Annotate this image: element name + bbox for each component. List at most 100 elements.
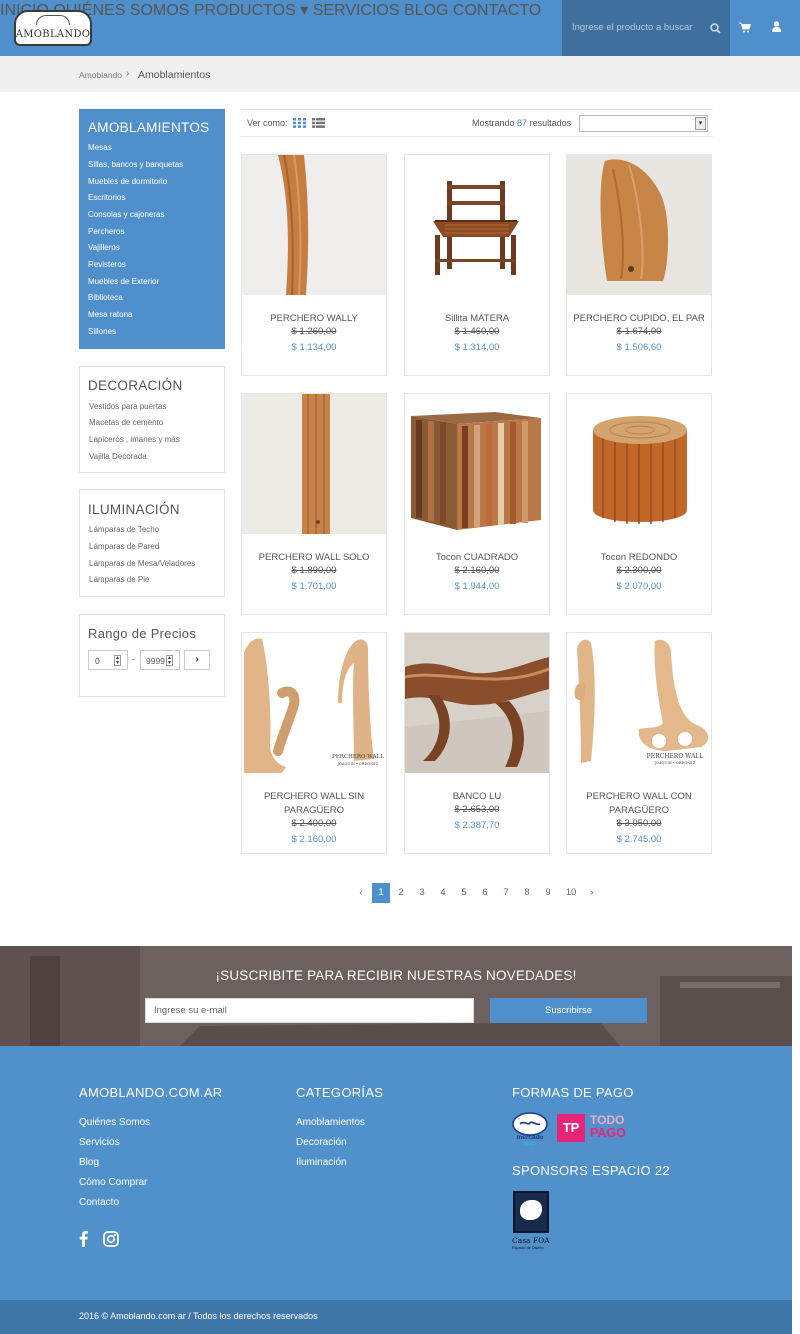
nav-contacto[interactable]: CONTACTO [453, 2, 541, 19]
sidebar-item-lapiceros[interactable]: Lapiceros , imanes y más [89, 435, 180, 444]
page-2[interactable]: 2 [392, 883, 410, 903]
instagram-icon[interactable] [103, 1231, 119, 1247]
product-price: $ 1.314,00 [454, 342, 500, 353]
product-name[interactable]: PERCHERO WALL CON PARAGÜERO [571, 790, 707, 818]
product-image[interactable] [405, 155, 549, 295]
pagination-prev[interactable]: ‹ [352, 883, 370, 903]
footer-link-contacto[interactable]: Contacto [79, 1197, 119, 1208]
price-max-input[interactable]: 9999 ▲ ▼ [140, 650, 180, 670]
sidebar-item-sillas[interactable]: Sillas, bancos y banquetas [88, 160, 183, 169]
product-image[interactable] [242, 155, 386, 295]
product-card[interactable]: PERCHERO WALL SOLO $ 1.890,00 $ 1.701,00 [241, 393, 387, 615]
sidebar-item-mesa-ratona[interactable]: Mesa ratona [88, 310, 132, 319]
list-view-icon[interactable] [312, 118, 325, 128]
product-image[interactable] [405, 633, 549, 773]
page-5[interactable]: 5 [455, 883, 473, 903]
footer-link-decoracion[interactable]: Decoración [296, 1137, 347, 1148]
sidebar-item-biblioteca[interactable]: Biblioteca [88, 293, 123, 302]
product-image[interactable] [242, 394, 386, 534]
breadcrumb-home[interactable]: Amoblando [79, 70, 122, 80]
product-name[interactable]: PERCHERO WALL SIN PARAGÜERO [246, 790, 382, 818]
sidebar-item-revisteros[interactable]: Revisteros [88, 260, 126, 269]
product-image[interactable] [242, 633, 386, 773]
product-price: $ 2.387,70 [454, 820, 500, 831]
sidebar-item-percheros[interactable]: Percheros [88, 227, 124, 236]
sidebar-item-sillones[interactable]: Sillones [88, 327, 116, 336]
page-10[interactable]: 10 [561, 883, 581, 903]
cart-icon[interactable] [739, 22, 751, 33]
footer-link-iluminacion[interactable]: Iluminación [296, 1157, 347, 1168]
search-icon[interactable] [710, 23, 721, 34]
sidebar-item-macetas[interactable]: Macetas de cemento [89, 418, 163, 427]
footer-link-como-comprar[interactable]: Cómo Comprar [79, 1177, 147, 1188]
sidebar-item-exterior[interactable]: Muebles de Exterior [88, 277, 159, 286]
page-4[interactable]: 4 [434, 883, 452, 903]
price-min-value: 0 [95, 656, 100, 666]
product-name[interactable]: PERCHERO WALL SOLO [246, 551, 382, 565]
page-8[interactable]: 8 [518, 883, 536, 903]
nav-productos[interactable]: PRODUCTOS ▾ [194, 2, 308, 19]
subscribe-button[interactable]: Suscribirse [490, 998, 647, 1023]
sidebar-item-pared[interactable]: Lámparas de Pared [89, 542, 159, 551]
grid-view-icon[interactable] [293, 118, 306, 128]
footer-link-quienes[interactable]: Quiénes Somos [79, 1117, 150, 1128]
product-card[interactable]: PERCHERO WALL JOAQUIN • ORDOÑEZ PERCHERO… [566, 632, 712, 854]
sidebar-item-vestidos[interactable]: Vestidos para puertas [89, 402, 166, 411]
sidebar-item-mesa-veladores[interactable]: Lámparas de Mesa/Veladores [89, 559, 195, 568]
page-1[interactable]: 1 [372, 883, 390, 903]
product-name[interactable]: Tocon CUADRADO [409, 551, 545, 565]
product-image[interactable] [567, 155, 711, 295]
page-6[interactable]: 6 [476, 883, 494, 903]
footer-link-amoblamientos[interactable]: Amoblamientos [296, 1117, 365, 1128]
chevron-down-icon[interactable]: ▾ [695, 117, 706, 130]
search-box[interactable]: Ingrese el producto a buscar [562, 0, 730, 56]
search-input[interactable]: Ingrese el producto a buscar [572, 22, 692, 33]
pagination-next[interactable]: › [583, 883, 601, 903]
newsletter-email-input[interactable]: Ingrese su e-mail [145, 998, 474, 1023]
product-image[interactable] [405, 394, 549, 534]
sidebar-item-vajilla[interactable]: Vajilla Decorada [89, 452, 147, 461]
sidebar-item-techo[interactable]: Lámparas de Techo [89, 525, 159, 534]
product-image[interactable] [567, 394, 711, 534]
nav-servicios[interactable]: SERVICIOS [313, 2, 400, 19]
nav-blog[interactable]: BLOG [404, 2, 448, 19]
price-min-input[interactable]: 0 ▲ ▼ [88, 650, 128, 670]
sidebar-item-escritorios[interactable]: Escritorios [88, 193, 125, 202]
page-9[interactable]: 9 [539, 883, 557, 903]
product-card[interactable]: BANCO LU $ 2.653,00 $ 2.387,70 [404, 632, 550, 854]
product-card[interactable]: Sillita MATERA $ 1.460,00 $ 1.314,00 [404, 154, 550, 376]
product-card[interactable]: PERCHERO CUPIDO, EL PAR $ 1.674,00 $ 1.5… [566, 154, 712, 376]
sort-select[interactable]: ▾ [579, 115, 708, 132]
spinner-icon[interactable]: ▲ ▼ [166, 655, 173, 666]
product-card[interactable]: PERCHERO WALLY $ 1.260,00 $ 1.134,00 [241, 154, 387, 376]
price-filter-button[interactable]: › [184, 650, 210, 670]
product-name[interactable]: Tocon REDONDO [571, 551, 707, 565]
results-prefix: Mostrando [472, 118, 515, 128]
results-number: 87 [517, 118, 528, 128]
sidebar-item-pie[interactable]: Lámparas de Pie [89, 575, 149, 584]
user-icon[interactable] [772, 21, 781, 33]
product-old-price: $ 1.460,00 [454, 326, 500, 337]
product-card[interactable]: Tocon REDONDO $ 2.300,00 $ 2.070,00 [566, 393, 712, 615]
sidebar-item-dormitorio[interactable]: Muebles de dormitorio [88, 177, 167, 186]
product-card[interactable]: PERCHERO WALL JOAQUIN • ORDOÑEZ PERCHERO… [241, 632, 387, 854]
sidebar-item-consolas[interactable]: Consolas y cajoneras [88, 210, 164, 219]
product-name[interactable]: PERCHERO WALLY [246, 312, 382, 326]
sidebar-item-mesas[interactable]: Mesas [88, 143, 112, 152]
facebook-icon[interactable] [79, 1230, 88, 1247]
spinner-icon[interactable]: ▲ ▼ [114, 655, 121, 666]
page-7[interactable]: 7 [497, 883, 515, 903]
footer-link-servicios[interactable]: Servicios [79, 1137, 120, 1148]
casafoa-logo: Casa FOA Espacio de Diseño [512, 1191, 558, 1257]
sidebar-item-vajilleros[interactable]: Vajilleros [88, 243, 120, 252]
product-card[interactable]: Tocon CUADRADO $ 2.160,00 $ 1.944,00 [404, 393, 550, 615]
site-logo[interactable]: AMOBLANDO [14, 10, 92, 46]
product-image[interactable] [567, 633, 711, 773]
product-name[interactable]: BANCO LU [409, 790, 545, 804]
footer-link-blog[interactable]: Blog [79, 1157, 99, 1168]
page-3[interactable]: 3 [413, 883, 431, 903]
product-name[interactable]: PERCHERO CUPIDO, EL PAR [571, 312, 707, 326]
results-count: Mostrando 87 resultados [472, 118, 571, 128]
product-name[interactable]: Sillita MATERA [409, 312, 545, 326]
caption-designer: JOAQUIN • ORDOÑEZ [654, 761, 696, 765]
